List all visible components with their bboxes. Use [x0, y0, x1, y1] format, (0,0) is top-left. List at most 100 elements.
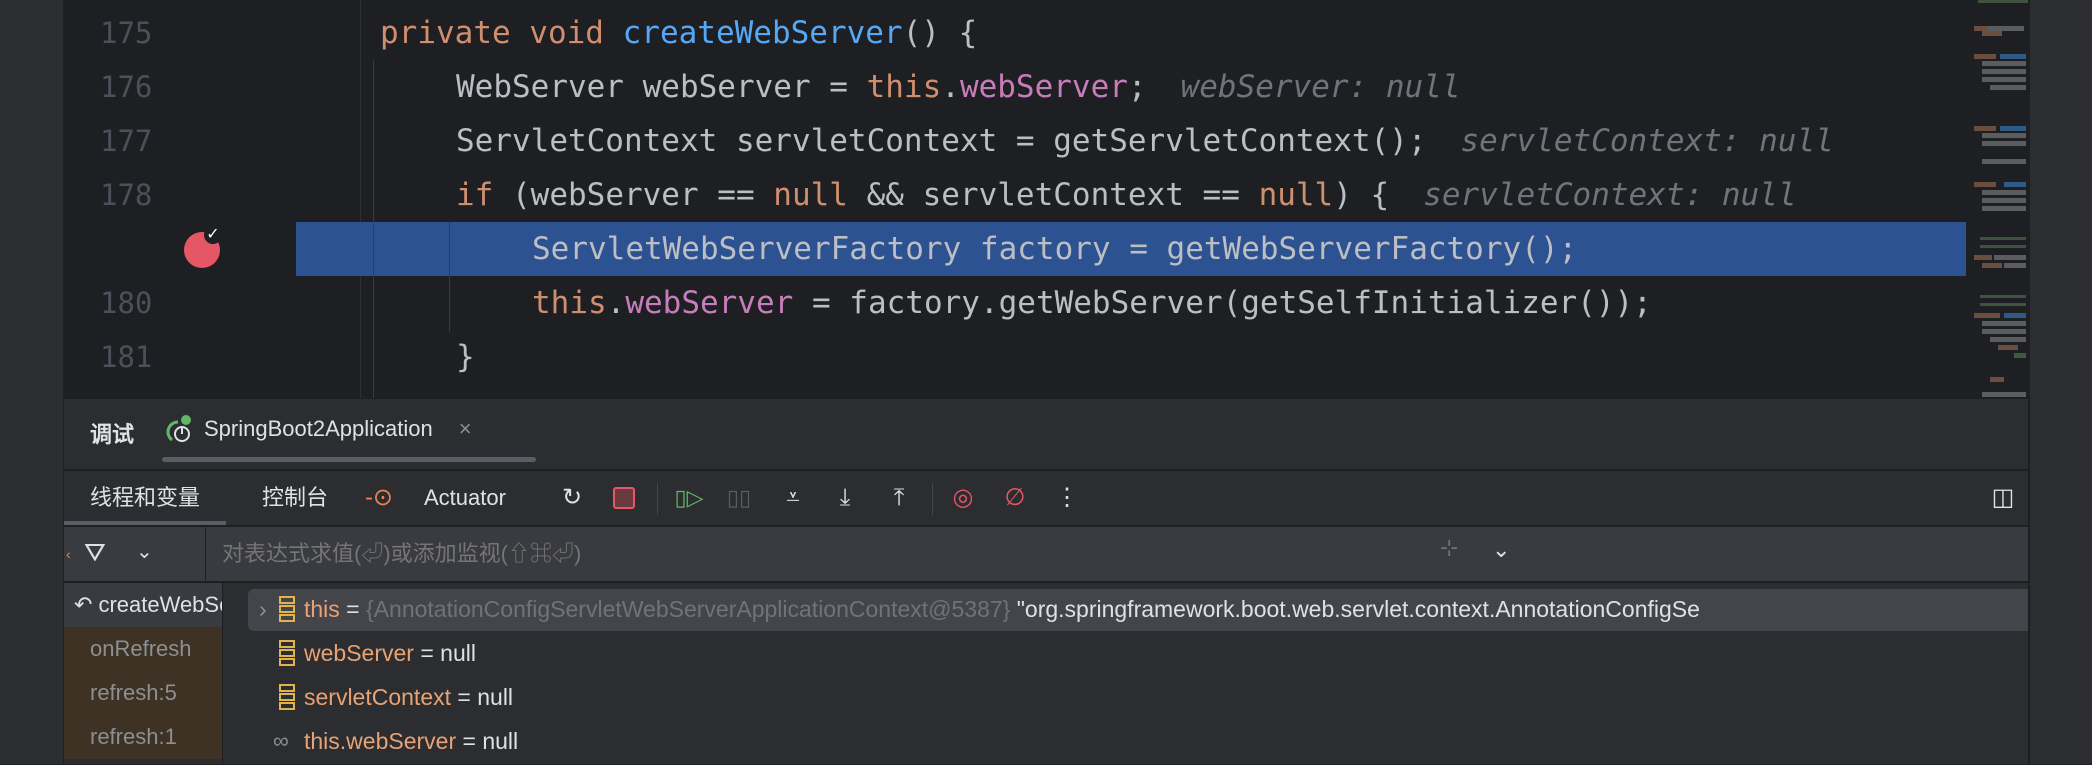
frame-item[interactable]: refresh:1	[64, 715, 222, 759]
minimap[interactable]	[1966, 0, 2030, 398]
indent-guide	[449, 222, 450, 332]
minimap-line	[1982, 141, 2026, 146]
minimap-line	[1982, 321, 2026, 326]
chevron-down-icon[interactable]: ⌄	[1492, 537, 1510, 563]
minimap-line	[1974, 313, 2000, 318]
tab-actuator[interactable]: Actuator	[424, 471, 506, 525]
code-text: this.webServer = factory.getWebServer(ge…	[532, 276, 1652, 330]
minimap-line	[1982, 190, 2026, 195]
tab-threads-variables[interactable]: 线程和变量	[90, 471, 200, 525]
code-text: WebServer webServer = this.webServer; web…	[456, 60, 1461, 114]
minimap-line	[1990, 337, 2026, 342]
code-line[interactable]: 175 private void createWebServer() {	[64, 6, 1966, 60]
minimap-line	[1974, 255, 1992, 260]
close-icon[interactable]: ×	[459, 416, 472, 442]
code-token: = factory.getWebServer(getSelfInitialize…	[793, 285, 1652, 321]
spring-debug-icon	[166, 415, 191, 442]
frame-item[interactable]: ↶createWebServer	[64, 583, 222, 627]
toolbar-separator	[932, 483, 933, 515]
code-token: webServer	[625, 285, 794, 321]
inline-value-hint: servletContext: null	[1460, 123, 1834, 159]
code-editor[interactable]: 175 private void createWebServer() {176 We…	[64, 0, 1966, 398]
layout-icon[interactable]: ◫	[1988, 483, 2018, 513]
variable-name: servletContext	[304, 684, 452, 710]
code-token: createWebServer	[622, 15, 903, 51]
line-number: 180	[100, 286, 153, 320]
code-text: private void createWebServer() {	[380, 6, 977, 60]
actuator-icon: -⊙	[364, 484, 394, 511]
code-token: .	[941, 69, 960, 105]
minimap-line	[1980, 303, 2026, 306]
minimap-line	[2004, 263, 2026, 268]
debug-tab-bar: 调试 SpringBoot2Application ×	[64, 399, 2028, 469]
minimap-line	[1994, 255, 2026, 260]
step-over-icon[interactable]: ⩡	[778, 483, 808, 513]
minimap-line	[2000, 54, 2026, 59]
resume-icon[interactable]: ▯▷	[674, 483, 704, 513]
field-icon	[279, 684, 295, 710]
add-watch-icon[interactable]: ⊹	[1440, 535, 1458, 561]
code-line[interactable]: 176 WebServer webServer = this.webServer;…	[64, 60, 1966, 114]
code-token: ServletContext servletContext = getServl…	[456, 123, 1427, 159]
debug-panel: 调试 SpringBoot2Application × 线程和变量 控制台 -⊙…	[64, 398, 2028, 765]
minimap-line	[1982, 263, 2002, 268]
chevron-right-icon[interactable]: ›	[259, 587, 267, 631]
tab-console[interactable]: 控制台	[262, 471, 328, 525]
step-into-icon[interactable]: ⤓	[830, 483, 860, 513]
variable-row[interactable]: › this = {AnnotationConfigServletWebServe…	[223, 587, 2028, 631]
view-breakpoints-icon[interactable]: ◎	[948, 483, 978, 513]
code-line[interactable]: 178 if (webServer == null && servletConte…	[64, 168, 1966, 222]
code-line[interactable]: 181}	[64, 330, 1966, 384]
minimap-line	[2000, 126, 2026, 131]
code-token: && servletContext ==	[847, 177, 1259, 213]
line-number: 177	[100, 124, 153, 158]
evaluate-bar: ‹ ⛛ ⌄ ⊹ ⌄	[64, 525, 2028, 583]
frame-item[interactable]: refresh:5	[64, 671, 222, 715]
minimap-line	[1974, 182, 1996, 187]
debug-title: 调试	[90, 422, 135, 447]
variable-row[interactable]: webServer = null	[223, 631, 2028, 675]
frame-item[interactable]: onRefresh	[64, 627, 222, 671]
code-token: }	[456, 339, 475, 375]
code-line[interactable]: 180 this.webServer = factory.getWebServer…	[64, 276, 1966, 330]
code-token: this	[532, 285, 607, 321]
mute-breakpoints-icon[interactable]: ∅	[1000, 483, 1030, 513]
variable-row[interactable]: ∞ this.webServer = null	[223, 719, 2028, 763]
return-icon: ↶	[74, 592, 93, 617]
chevron-down-icon[interactable]: ⌄	[136, 539, 153, 564]
execution-line[interactable]: ServletWebServerFactory factory = getWeb…	[64, 222, 1966, 276]
filter-icon[interactable]: ⛛	[84, 537, 106, 569]
pause-icon[interactable]: ▯▯	[724, 483, 754, 513]
active-tab-indicator	[162, 457, 536, 462]
line-number: 175	[100, 16, 153, 50]
variable-name: this	[304, 596, 340, 622]
variable-row[interactable]: servletContext = null	[223, 675, 2028, 719]
minimap-line	[1990, 377, 2004, 382]
code-token: () {	[902, 15, 978, 51]
rerun-icon[interactable]: ↻	[557, 483, 587, 513]
line-number: 178	[100, 178, 153, 212]
code-token: webServer	[959, 69, 1128, 105]
minimap-line	[1982, 329, 2026, 334]
collapse-handle-icon[interactable]: ‹	[66, 539, 72, 569]
code-token: ;	[1127, 69, 1147, 105]
code-line[interactable]: 177 ServletContext servletContext = getSe…	[64, 114, 1966, 168]
toolbar-separator	[657, 483, 658, 515]
minimap-line	[1998, 345, 2018, 350]
inline-value-hint: webServer: null	[1180, 69, 1461, 105]
more-icon[interactable]: ⋮	[1052, 483, 1082, 513]
minimap-line	[1982, 61, 2026, 66]
minimap-line	[1974, 54, 1996, 59]
code-token: .	[606, 285, 626, 321]
evaluate-expression-input[interactable]	[222, 527, 1522, 581]
equals: =	[339, 596, 367, 622]
code-token: null	[773, 177, 848, 213]
step-out-icon[interactable]: ⤒	[884, 483, 914, 513]
stop-icon[interactable]	[609, 483, 639, 513]
session-tab[interactable]: SpringBoot2Application ×	[164, 399, 472, 459]
equals: =	[413, 640, 441, 666]
minimap-line	[1986, 0, 2030, 3]
minimap-line	[1982, 392, 2026, 397]
frames-list: ↶createWebServer onRefresh refresh:5 ref…	[64, 583, 222, 765]
minimap-line	[1982, 159, 2026, 164]
